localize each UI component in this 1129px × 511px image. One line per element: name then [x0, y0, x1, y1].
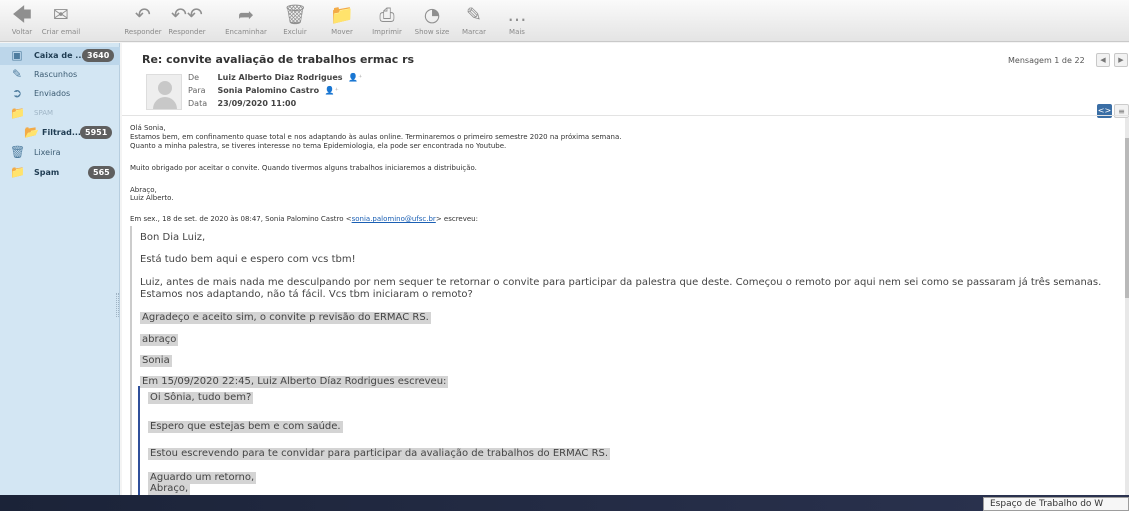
- envelope-plus-icon: ✉: [53, 4, 69, 26]
- os-taskbar: [0, 495, 1129, 511]
- show-size-button[interactable]: ◔ Show size: [412, 3, 452, 41]
- quote-line: Estamos nos adaptando, não tá fácil. Vcs…: [140, 289, 473, 300]
- pencil-icon: ✎: [466, 4, 482, 26]
- folder-inbox[interactable]: ▣ Caixa de ... 3640: [0, 47, 120, 65]
- message-pane: Re: convite avaliação de trabalhos ermac…: [122, 43, 1129, 495]
- header-to-row: Para Sonia Palomino Castro 👤⁺: [188, 86, 339, 95]
- message-subject: Re: convite avaliação de trabalhos ermac…: [142, 53, 415, 66]
- quote-line: Agradeço e aceito sim, o convite p revis…: [140, 312, 431, 324]
- quote-line: Abraço,: [148, 483, 191, 495]
- more-dots-icon: …: [507, 4, 527, 26]
- quote-attribution: Em sex., 18 de set. de 2020 às 08:47, So…: [130, 215, 478, 223]
- next-message-button[interactable]: ▶: [1114, 53, 1128, 67]
- delete-button[interactable]: 🗑 Excluir: [280, 3, 310, 41]
- reply-icon: ↶: [135, 4, 151, 26]
- quote-line: Sonia: [140, 355, 172, 367]
- body-line: Luiz Alberto.: [130, 194, 174, 202]
- trash-icon: 🗑: [282, 4, 308, 26]
- nested-quoted-message: Oi Sônia, tudo bem? Espero que estejas b…: [138, 386, 1118, 495]
- reply-all-button[interactable]: ↶↶ Responder: [166, 3, 208, 41]
- unread-count-badge: 3640: [82, 49, 115, 62]
- pencil-icon: ✎: [11, 67, 23, 81]
- move-button[interactable]: 📁 Mover: [325, 3, 359, 41]
- chevron-left-icon: ◀: [1100, 56, 1106, 64]
- folder-move-icon: 📁: [330, 4, 354, 26]
- print-button[interactable]: ⎙ Imprimir: [368, 3, 406, 41]
- code-icon: <>: [1097, 106, 1112, 115]
- folder-spam-parent[interactable]: 📁 SPAM: [0, 105, 120, 123]
- trash-icon: 🗑: [10, 145, 26, 159]
- sender-email-link[interactable]: sonia.palomino@ufsc.br: [352, 215, 436, 223]
- folder-sidebar: ▣ Caixa de ... 3640 ✎ Rascunhos ➲ Enviad…: [0, 43, 120, 495]
- quote-line: Está tudo bem aqui e espero com vcs tbm!: [140, 254, 356, 265]
- previous-message-button[interactable]: ◀: [1096, 53, 1110, 67]
- unread-count-badge: 5951: [80, 126, 113, 139]
- reply-button[interactable]: ↶ Responder: [124, 3, 162, 41]
- quote-line: Oi Sônia, tudo bem?: [148, 392, 254, 404]
- header-date-row: Data 23/09/2020 11:00: [188, 99, 297, 108]
- quote-line: Espero que estejas bem e com saúde.: [148, 421, 343, 433]
- back-button[interactable]: 🡄 Voltar: [6, 3, 38, 41]
- pie-chart-icon: ◔: [423, 4, 441, 26]
- folder-spam[interactable]: 📁 Spam 565: [0, 164, 120, 182]
- folder-icon: 📁: [10, 106, 25, 120]
- arrow-left-icon: 🡄: [12, 4, 32, 26]
- taskbar-tooltip: Espaço de Trabalho do W: [983, 497, 1129, 511]
- folder-sent[interactable]: ➲ Enviados: [0, 85, 120, 103]
- header-from-row: De Luiz Alberto Diaz Rodrigues 👤⁺: [188, 73, 363, 82]
- forward-button[interactable]: ➦ Encaminhar: [224, 3, 268, 41]
- toolbar: 🡄 Voltar ✉ Criar email ↶ Responder ↶↶ Re…: [0, 0, 1129, 42]
- quote-line: abraço: [140, 334, 179, 346]
- message-date: 23/09/2020 11:00: [217, 99, 297, 108]
- body-line: Quanto a minha palestra, se tiveres inte…: [130, 142, 507, 150]
- quote-line: Bon Dia Luiz,: [140, 232, 206, 243]
- add-contact-icon[interactable]: 👤⁺: [325, 86, 339, 95]
- header-divider: [122, 115, 1129, 116]
- folder-filtered[interactable]: 📂 Filtrad... 5951: [0, 124, 120, 142]
- sent-icon: ➲: [11, 86, 23, 100]
- body-line: Olá Sonia,: [130, 124, 166, 132]
- quote-line: Estou escrevendo para te convidar para p…: [148, 448, 611, 460]
- quote-line: Luiz, antes de mais nada me desculpando …: [140, 277, 1102, 288]
- printer-icon: ⎙: [379, 4, 395, 26]
- message-counter: Mensagem 1 de 22: [1008, 56, 1085, 65]
- webmail-window: 🡄 Voltar ✉ Criar email ↶ Responder ↶↶ Re…: [0, 0, 1129, 511]
- sender-name[interactable]: Luiz Alberto Diaz Rodrigues: [218, 73, 343, 82]
- body-line: Estamos bem, em confinamento quase total…: [130, 133, 622, 141]
- mark-button[interactable]: ✎ Marcar: [458, 3, 490, 41]
- forward-icon: ➦: [238, 4, 254, 26]
- folder-icon: 📁: [10, 165, 25, 179]
- compose-button[interactable]: ✉ Criar email: [40, 3, 82, 41]
- add-contact-icon[interactable]: 👤⁺: [348, 73, 362, 82]
- filter-folder-icon: 📂: [24, 125, 39, 139]
- chevron-right-icon: ▶: [1118, 56, 1124, 64]
- scrollbar-thumb[interactable]: [1125, 138, 1129, 298]
- avatar: [146, 74, 182, 110]
- quoted-message: Bon Dia Luiz, Está tudo bem aqui e esper…: [130, 226, 1120, 495]
- body-line: Muito obrigado por aceitar o convite. Qu…: [130, 164, 477, 172]
- inbox-icon: ▣: [11, 48, 23, 62]
- unread-count-badge: 565: [88, 166, 115, 179]
- folder-drafts[interactable]: ✎ Rascunhos: [0, 66, 120, 84]
- sidebar-resize-handle[interactable]: [116, 293, 119, 317]
- reply-all-icon: ↶↶: [171, 4, 203, 26]
- recipient-name[interactable]: Sonia Palomino Castro: [218, 86, 320, 95]
- vertical-scrollbar[interactable]: [1125, 118, 1129, 495]
- more-button[interactable]: … Mais: [503, 3, 531, 41]
- folder-trash[interactable]: 🗑 Lixeira: [0, 144, 120, 162]
